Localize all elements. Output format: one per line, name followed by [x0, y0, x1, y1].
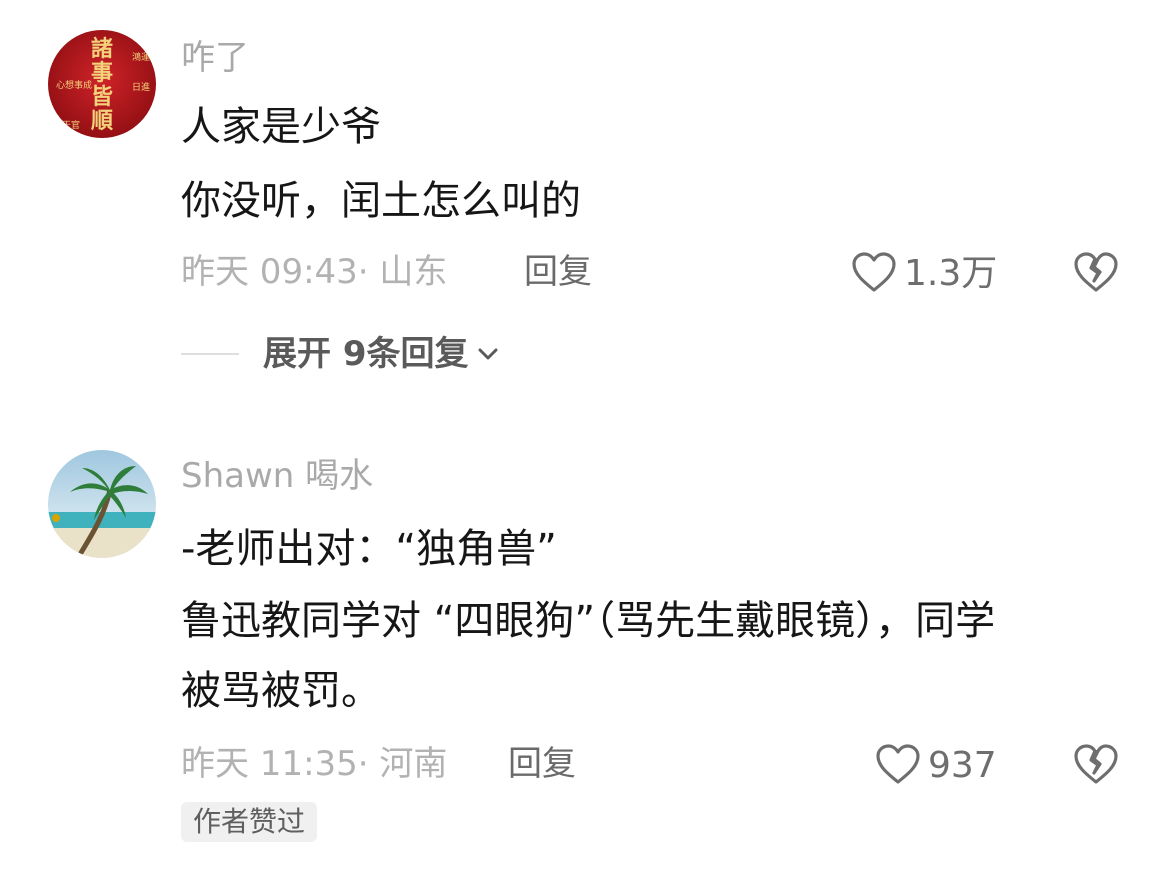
chevron-down-icon — [477, 346, 499, 362]
comment-text-line: 你没听，闰土怎么叫的 — [181, 178, 581, 224]
broken-heart-icon — [1072, 252, 1120, 298]
svg-text:心想事成: 心想事成 — [56, 79, 92, 91]
reply-button[interactable]: 回复 — [524, 252, 592, 292]
svg-text:順: 順 — [91, 108, 114, 134]
heart-outline-icon — [874, 742, 922, 790]
username[interactable]: Shawn 喝水 — [181, 456, 373, 496]
svg-text:事: 事 — [91, 60, 113, 86]
comment-location: 河南 — [379, 744, 448, 784]
like-button[interactable]: 1.3万 — [850, 250, 997, 298]
expand-replies-button[interactable]: 展开 9条回复 — [181, 334, 499, 374]
like-count: 1.3万 — [904, 253, 998, 294]
like-count: 937 — [928, 745, 997, 786]
author-liked-badge: 作者赞过 — [181, 802, 318, 842]
comment-text-line: -老师出对：“独角兽” — [181, 526, 557, 572]
dislike-button[interactable] — [1072, 250, 1120, 298]
broken-heart-icon — [1072, 744, 1120, 790]
comment-meta: 昨天 11:35· 河南 — [181, 744, 447, 784]
avatar[interactable] — [48, 450, 156, 558]
reply-button[interactable]: 回复 — [508, 744, 576, 784]
meta-separator: · — [357, 252, 380, 292]
avatar[interactable]: 諸 事 皆 順 鴻運當頭 日進 心想事成 天官 — [48, 30, 156, 138]
dislike-button[interactable] — [1072, 742, 1120, 790]
meta-separator: · — [357, 744, 380, 784]
like-button[interactable]: 937 — [874, 742, 997, 790]
username[interactable]: 咋了 — [181, 38, 249, 78]
svg-text:日進: 日進 — [132, 81, 150, 93]
heart-outline-icon — [850, 250, 898, 298]
svg-text:皆: 皆 — [91, 84, 113, 110]
comment-time: 昨天 11:35 — [181, 744, 358, 784]
comment-location: 山东 — [379, 252, 448, 292]
comment-time: 昨天 09:43 — [181, 252, 358, 292]
avatar-logo-text: 諸 — [91, 36, 113, 62]
comment-text-line: 鲁迅教同学对 “四眼狗”（骂先生戴眼镜），同学 — [181, 598, 996, 644]
svg-text:天官: 天官 — [62, 119, 80, 131]
svg-text:鴻運當頭: 鴻運當頭 — [132, 51, 156, 63]
comment-text-line: 被骂被罚。 — [181, 668, 381, 714]
expand-replies-label: 展开 9条回复 — [263, 334, 469, 374]
divider — [181, 353, 239, 355]
comment-text-line: 人家是少爷 — [181, 104, 381, 150]
comment-meta: 昨天 09:43· 山东 — [181, 252, 447, 292]
